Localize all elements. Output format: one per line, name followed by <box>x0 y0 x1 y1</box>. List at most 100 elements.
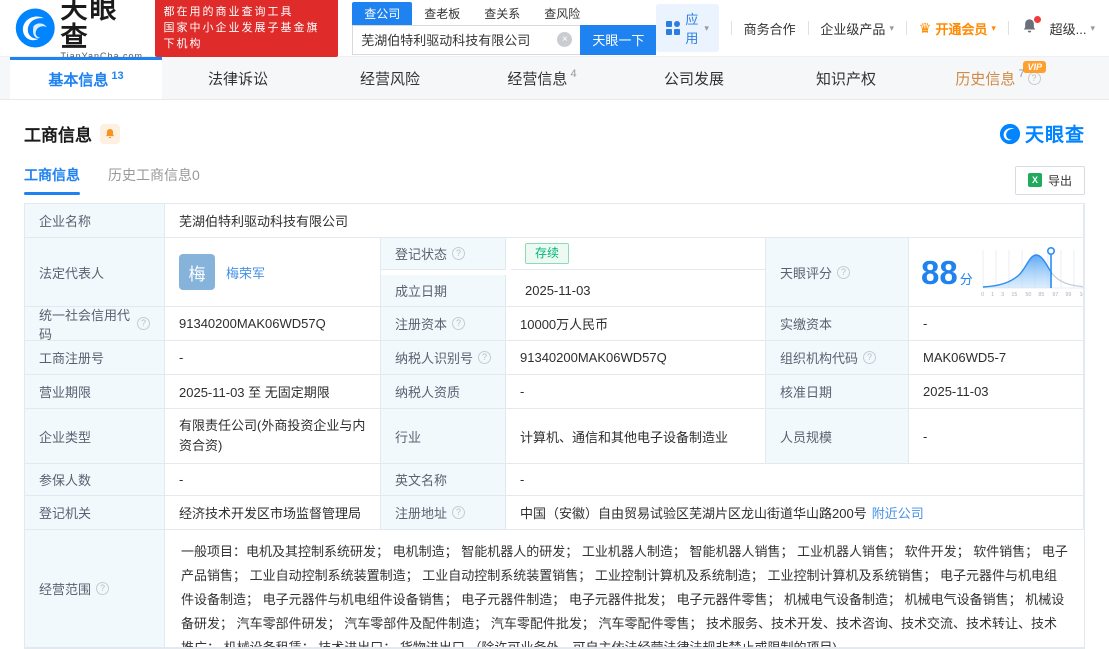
tab-legal-proceedings[interactable]: 法律诉讼 <box>162 57 314 99</box>
menu-cooperation[interactable]: 商务合作 <box>744 19 796 38</box>
help-icon[interactable]: ? <box>137 317 150 330</box>
taxpayer-id-value: 91340200MAK06WD57Q <box>506 341 766 375</box>
export-button[interactable]: X 导出 <box>1015 166 1085 195</box>
tab-label: 历史信息 <box>955 68 1015 89</box>
industry-value: 计算机、通信和其他电子设备制造业 <box>506 409 766 464</box>
help-icon[interactable]: ? <box>452 506 465 519</box>
tab-count: 7 <box>1018 68 1024 80</box>
tab-business-info[interactable]: 经营信息 4 <box>466 57 618 99</box>
reg-capital-label: 注册资本 <box>395 314 447 333</box>
search-button[interactable]: 天眼一下 <box>580 25 656 55</box>
score-unit: 分 <box>960 269 973 288</box>
tab-history-info[interactable]: VIP 历史信息 7 ? <box>922 57 1074 99</box>
menu-enterprise[interactable]: 企业级产品 ▾ <box>820 19 894 38</box>
search-tab-boss[interactable]: 查老板 <box>412 2 472 25</box>
search-input-wrap: × <box>352 25 580 55</box>
approval-date-label: 核准日期 <box>766 375 909 409</box>
insured-count-label: 参保人数 <box>25 464 165 496</box>
promo-badge: 都在用的商业查询工具 国家中小企业发展子基金旗下机构 <box>155 0 339 57</box>
crown-icon: ♛ <box>919 20 932 37</box>
legal-rep-avatar[interactable]: 梅 <box>179 254 215 290</box>
menu-vip-label: 开通会员 <box>935 19 987 38</box>
establish-date-value: 2025-11-03 <box>525 283 591 298</box>
scope-value: 一般项目：电机及其控制系统研发； 电机制造； 智能机器人的研发； 工业机器人制造… <box>165 530 1084 648</box>
taxpayer-id-label: 纳税人识别号 <box>395 348 473 367</box>
promo-line2: 国家中小企业发展子基金旗下机构 <box>164 20 330 52</box>
score-chart-tick: 15 <box>1012 292 1018 297</box>
logo-title: 天眼查 <box>61 0 145 51</box>
staff-size-label: 人员规模 <box>766 409 909 464</box>
reg-status-label: 登记状态 <box>395 244 447 263</box>
company-type-label: 企业类型 <box>25 409 165 464</box>
paid-capital-value: - <box>909 307 1084 341</box>
registration-table: 企业名称 芜湖伯特利驱动科技有限公司 法定代表人 梅 梅荣军 登记状态 ? 存续… <box>24 203 1085 649</box>
search-block: 查公司 查老板 查关系 查风险 × 天眼一下 <box>352 2 656 55</box>
credit-code-label-cell: 统一社会信用代码 ? <box>25 307 165 341</box>
notification-bell-icon[interactable] <box>1021 18 1038 38</box>
tab-basic-info[interactable]: 基本信息 13 <box>10 57 162 99</box>
export-label: 导出 <box>1048 172 1072 189</box>
excel-icon: X <box>1028 173 1042 187</box>
credit-code-label: 统一社会信用代码 <box>39 307 132 341</box>
reg-status-value-cell: 存续 <box>511 238 765 270</box>
org-code-label: 组织机构代码 <box>780 348 858 367</box>
help-icon[interactable]: ? <box>1028 72 1041 85</box>
help-icon[interactable]: ? <box>452 317 465 330</box>
apps-label: 应用 <box>685 9 699 47</box>
menu-open-vip[interactable]: ♛ 开通会员 ▾ <box>919 19 996 38</box>
subtab-business-registration[interactable]: 工商信息 <box>24 165 80 195</box>
search-tab-relation[interactable]: 查关系 <box>472 2 532 25</box>
chevron-down-icon: ▾ <box>889 23 894 34</box>
nearby-companies-link[interactable]: 附近公司 <box>872 503 924 522</box>
help-icon[interactable]: ? <box>837 266 850 279</box>
reg-number-value: - <box>165 341 381 375</box>
chevron-down-icon: ▾ <box>704 23 709 34</box>
tab-intellectual-property[interactable]: 知识产权 <box>770 57 922 99</box>
score-chart-ticks: 0131550859799100 <box>979 292 1084 298</box>
reg-address-label-cell: 注册地址 ? <box>381 496 506 530</box>
org-code-label-cell: 组织机构代码 ? <box>766 341 909 375</box>
reg-status-label-cell: 登记状态 ? <box>381 238 506 270</box>
search-tab-company[interactable]: 查公司 <box>352 2 412 25</box>
search-input[interactable] <box>361 32 557 47</box>
monitor-bell-icon[interactable] <box>100 124 120 144</box>
reg-authority-value: 经济技术开发区市场监督管理局 <box>165 496 381 530</box>
clear-search-icon[interactable]: × <box>557 32 572 47</box>
chevron-down-icon: ▾ <box>991 23 996 34</box>
establish-date-label-cell: 成立日期 <box>381 275 506 307</box>
help-icon[interactable]: ? <box>452 247 465 260</box>
company-name-label: 企业名称 <box>25 204 165 238</box>
legal-rep-link[interactable]: 梅荣军 <box>226 263 265 282</box>
scope-label-cell: 经营范围 ? <box>25 530 165 648</box>
score-chart-tick: 97 <box>1052 292 1058 297</box>
tab-label: 经营风险 <box>360 68 420 89</box>
chevron-down-icon: ▾ <box>1090 23 1095 34</box>
subtab-history-registration[interactable]: 历史工商信息0 <box>108 165 200 195</box>
help-icon[interactable]: ? <box>863 351 876 364</box>
tianyancha-logo-icon <box>14 6 57 50</box>
help-icon[interactable]: ? <box>478 351 491 364</box>
vip-badge: VIP <box>1023 61 1046 73</box>
apps-menu[interactable]: 应用 ▾ <box>656 4 718 52</box>
help-icon[interactable]: ? <box>96 582 109 595</box>
divider <box>906 21 907 35</box>
score-chart-tick: 3 <box>1001 292 1004 297</box>
section-title: 工商信息 <box>24 121 92 146</box>
notification-dot <box>1034 16 1041 23</box>
scope-label: 经营范围 <box>39 579 91 598</box>
top-bar: 天眼查 TianYanCha.com 都在用的商业查询工具 国家中小企业发展子基… <box>0 0 1109 57</box>
tianyancha-logo[interactable]: 天眼查 TianYanCha.com <box>14 0 145 61</box>
divider <box>1008 21 1009 35</box>
user-menu[interactable]: 超级... ▾ <box>1050 19 1095 38</box>
score-chart-tick: 100 <box>1079 292 1084 297</box>
tab-label: 经营信息 <box>507 68 567 89</box>
tab-business-risk[interactable]: 经营风险 <box>314 57 466 99</box>
score-chart: 0131550859799100 <box>979 246 1084 298</box>
approval-date-value: 2025-11-03 <box>909 375 1084 409</box>
staff-size-value: - <box>909 409 1084 464</box>
search-tab-risk[interactable]: 查风险 <box>532 2 592 25</box>
tab-company-development[interactable]: 公司发展 <box>618 57 770 99</box>
tab-count: 13 <box>111 70 123 82</box>
company-name-value: 芜湖伯特利驱动科技有限公司 <box>165 204 1084 238</box>
reg-address-value: 中国（安徽）自由贸易试验区芜湖片区龙山街道华山路200号 <box>520 503 867 522</box>
